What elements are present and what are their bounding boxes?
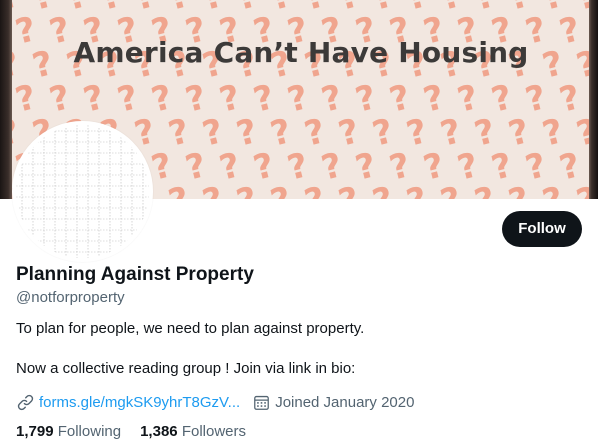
profile-link[interactable]: forms.gle/mgkSK9yhrT8GzV... xyxy=(16,393,240,412)
grid-paper-avatar-image xyxy=(16,125,149,258)
following-label: Following xyxy=(57,423,122,440)
bio-line-2: Now a collective reading group ! Join vi… xyxy=(16,360,356,377)
profile-link-text[interactable]: forms.gle/mgkSK9yhrT8GzV... xyxy=(39,394,240,411)
calendar-icon xyxy=(254,395,270,410)
display-name: Planning Against Property xyxy=(16,264,254,285)
bio-line-1: To plan for people, we need to plan agai… xyxy=(16,320,365,337)
followers-count: 1,386 xyxy=(140,423,178,440)
joined-date: Joined January 2020 xyxy=(252,393,414,412)
following-stat[interactable]: 1,799 Following xyxy=(16,423,121,440)
joined-date-text: Joined January 2020 xyxy=(275,393,415,411)
profile-meta: forms.gle/mgkSK9yhrT8GzV... Joined Janua… xyxy=(16,392,426,412)
avatar[interactable] xyxy=(12,121,153,262)
banner-left-edge xyxy=(0,0,12,199)
link-icon xyxy=(17,394,34,410)
banner-right-edge xyxy=(589,0,598,199)
banner-title: America Can’t Have Housing xyxy=(73,36,529,69)
profile-page: ????????????????????????????????????????… xyxy=(0,0,598,448)
followers-stat[interactable]: 1,386 Followers xyxy=(140,423,246,440)
follow-button[interactable]: Follow xyxy=(502,211,582,247)
handle: @notforproperty xyxy=(16,289,125,306)
follow-stats: 1,799 Following 1,386 Followers xyxy=(16,423,265,440)
following-count: 1,799 xyxy=(16,423,54,440)
followers-label: Followers xyxy=(181,423,246,440)
